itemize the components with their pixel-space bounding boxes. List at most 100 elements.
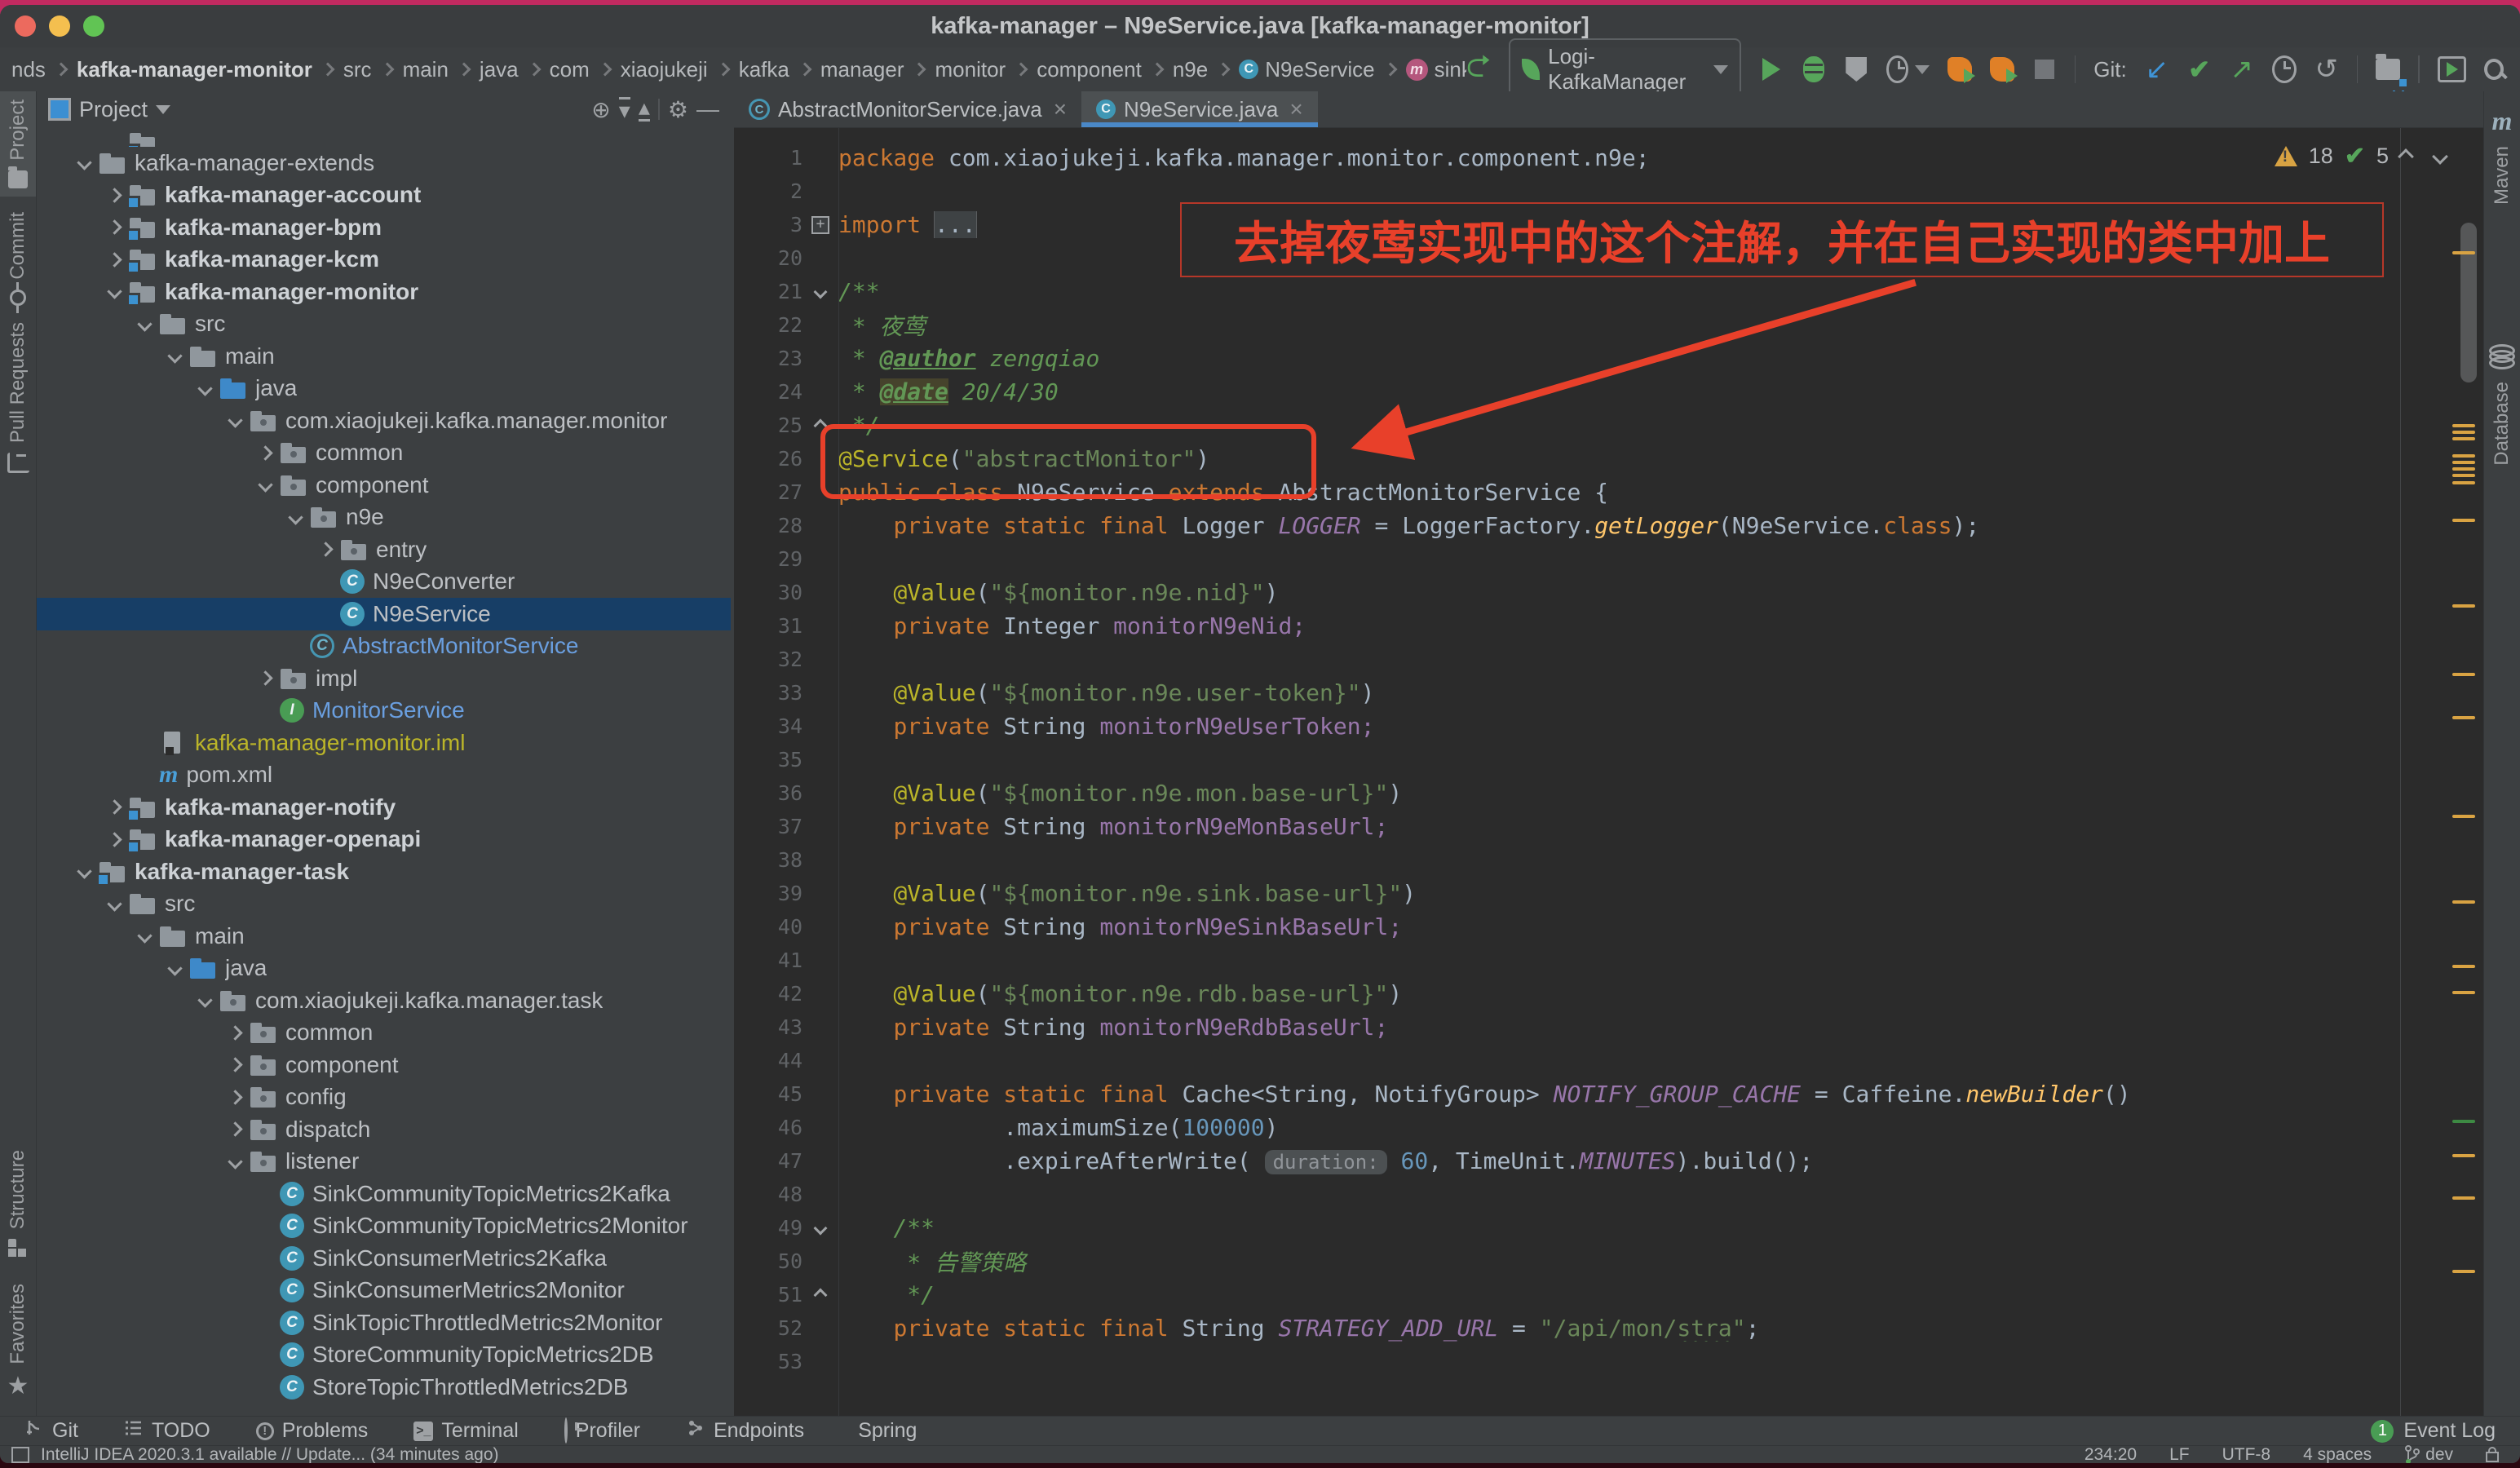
tree-chevron-icon[interactable] xyxy=(99,834,129,845)
minimize-window-button[interactable] xyxy=(49,15,70,37)
tree-chevron-icon[interactable] xyxy=(190,383,219,394)
breadcrumb-item[interactable]: main xyxy=(403,57,449,82)
window-layout-icon[interactable] xyxy=(11,1447,29,1463)
line-number[interactable]: 27 xyxy=(734,480,802,504)
git-branch-widget[interactable]: dev xyxy=(2404,1445,2453,1464)
code-line[interactable]: 43 private String monitorN9eRdbBaseUrl; xyxy=(734,1010,2483,1044)
fold-marker-icon[interactable] xyxy=(802,1290,838,1300)
tree-item[interactable] xyxy=(37,130,731,147)
fold-marker-icon[interactable] xyxy=(802,1223,838,1233)
tree-chevron-icon[interactable] xyxy=(281,512,310,523)
tree-chevron-icon[interactable] xyxy=(99,190,129,201)
indent-setting[interactable]: 4 spaces xyxy=(2303,1445,2372,1464)
tree-chevron-icon[interactable] xyxy=(220,1028,250,1038)
line-number[interactable]: 2 xyxy=(734,179,802,203)
tool-button-favorites[interactable]: Favorites ★ xyxy=(0,1276,36,1407)
breadcrumb-item[interactable]: nds xyxy=(11,57,46,82)
line-number[interactable]: 38 xyxy=(734,848,802,872)
tree-item[interactable]: com.xiaojukeji.kafka.manager.monitor xyxy=(37,405,731,437)
next-problem-icon[interactable] xyxy=(2432,148,2448,165)
fold-marker-icon[interactable] xyxy=(802,287,838,297)
project-panel-title[interactable]: Project xyxy=(79,97,148,122)
file-encoding[interactable]: UTF-8 xyxy=(2222,1445,2271,1464)
tool-button-commit[interactable]: Commit xyxy=(0,204,36,314)
git-push-button[interactable]: ↗ xyxy=(2230,55,2254,83)
breadcrumb-item[interactable]: kafka xyxy=(739,57,789,82)
error-stripe-mark[interactable] xyxy=(2452,454,2475,458)
line-number[interactable]: 23 xyxy=(734,347,802,370)
status-message[interactable]: IntelliJ IDEA 2020.3.1 available // Upda… xyxy=(41,1445,499,1464)
tree-item[interactable]: IMonitorService xyxy=(37,695,731,727)
line-number[interactable]: 25 xyxy=(734,413,802,437)
tree-item[interactable]: kafka-manager-extends xyxy=(37,147,731,179)
tree-item[interactable]: CStoreCommunityTopicMetrics2DB xyxy=(37,1339,731,1372)
error-stripe-mark[interactable] xyxy=(2452,1154,2475,1157)
tree-item[interactable]: component xyxy=(37,1049,731,1081)
code-line[interactable]: 36 @Value("${monitor.n9e.mon.base-url}") xyxy=(734,776,2483,810)
code-line[interactable]: 44 xyxy=(734,1044,2483,1077)
tree-item[interactable]: entry xyxy=(37,533,731,566)
fold-marker-icon[interactable]: + xyxy=(802,216,838,234)
breadcrumb-item[interactable]: CN9eService xyxy=(1239,57,1374,82)
collapse-all-icon[interactable]: ▴ xyxy=(639,97,650,121)
code-line[interactable]: 24 * @date 20/4/30 xyxy=(734,375,2483,409)
line-number[interactable]: 49 xyxy=(734,1216,802,1240)
code-line[interactable]: 30 @Value("${monitor.n9e.nid}") xyxy=(734,576,2483,609)
async-profiler-button[interactable] xyxy=(1947,55,1972,83)
tool-window-button-endpoints[interactable]: Endpoints xyxy=(686,1418,804,1444)
line-number[interactable]: 35 xyxy=(734,748,802,772)
line-number[interactable]: 32 xyxy=(734,648,802,671)
line-number[interactable]: 39 xyxy=(734,882,802,905)
line-number[interactable]: 48 xyxy=(734,1183,802,1206)
code-line[interactable]: 52 private static final String STRATEGY_… xyxy=(734,1311,2483,1345)
code-line[interactable]: 29 xyxy=(734,542,2483,576)
hide-panel-icon[interactable]: — xyxy=(696,96,719,122)
search-everywhere-button[interactable] xyxy=(2484,55,2509,83)
tree-item[interactable]: CAbstractMonitorService xyxy=(37,630,731,663)
line-number[interactable]: 29 xyxy=(734,547,802,571)
code-line[interactable]: 1package com.xiaojukeji.kafka.manager.mo… xyxy=(734,141,2483,175)
tree-chevron-icon[interactable] xyxy=(69,866,99,877)
tree-item[interactable]: kafka-manager-account xyxy=(37,179,731,212)
tree-chevron-icon[interactable] xyxy=(220,415,250,426)
tree-chevron-icon[interactable] xyxy=(220,1059,250,1070)
breadcrumb-item[interactable]: java xyxy=(480,57,519,82)
run-anything-button[interactable] xyxy=(2438,55,2466,83)
code-line[interactable]: 28 private static final Logger LOGGER = … xyxy=(734,509,2483,542)
tool-window-button-git[interactable]: Git xyxy=(24,1418,78,1444)
close-icon[interactable]: × xyxy=(1289,96,1302,122)
tree-item[interactable]: n9e xyxy=(37,502,731,534)
expand-all-icon[interactable]: ▾ xyxy=(619,97,630,121)
debug-button[interactable] xyxy=(1802,55,1826,83)
back-arrow-icon[interactable]: ⮌ xyxy=(1466,55,1491,83)
code-line[interactable]: 40 private String monitorN9eSinkBaseUrl; xyxy=(734,910,2483,944)
tree-chevron-icon[interactable] xyxy=(130,931,159,941)
tree-item[interactable]: mpom.xml xyxy=(37,759,731,792)
tree-item[interactable]: component xyxy=(37,469,731,502)
code-line[interactable]: 23 * @author zengqiao xyxy=(734,342,2483,375)
tab-abstractmonitorservice[interactable]: C AbstractMonitorService.java × xyxy=(734,91,1081,127)
breadcrumb-item[interactable]: msinkMetrics xyxy=(1406,57,1466,82)
rollback-button[interactable]: ↺ xyxy=(2314,55,2339,83)
line-number[interactable]: 21 xyxy=(734,280,802,303)
close-icon[interactable]: × xyxy=(1054,96,1067,122)
line-number[interactable]: 46 xyxy=(734,1116,802,1139)
tree-chevron-icon[interactable] xyxy=(160,963,189,974)
code-line[interactable]: 48 xyxy=(734,1178,2483,1211)
breadcrumb-item[interactable]: src xyxy=(343,57,372,82)
error-stripe-mark[interactable] xyxy=(2452,251,2475,254)
error-stripe-mark[interactable] xyxy=(2452,519,2475,522)
locate-file-icon[interactable]: ⊕ xyxy=(591,96,610,123)
tree-item[interactable]: config xyxy=(37,1081,731,1114)
tree-item[interactable]: kafka-manager-monitor xyxy=(37,276,731,308)
line-number[interactable]: 51 xyxy=(734,1283,802,1307)
breadcrumb-item[interactable]: manager xyxy=(820,57,904,82)
tree-chevron-icon[interactable] xyxy=(190,995,219,1006)
error-stripe-mark[interactable] xyxy=(2452,965,2475,968)
line-number[interactable]: 22 xyxy=(734,313,802,337)
tree-chevron-icon[interactable] xyxy=(99,286,129,297)
tree-chevron-icon[interactable] xyxy=(250,673,280,683)
code-line[interactable]: 47 .expireAfterWrite( duration: 60, Time… xyxy=(734,1144,2483,1178)
tree-item[interactable]: common xyxy=(37,1017,731,1050)
error-stripe-mark[interactable] xyxy=(2452,673,2475,676)
